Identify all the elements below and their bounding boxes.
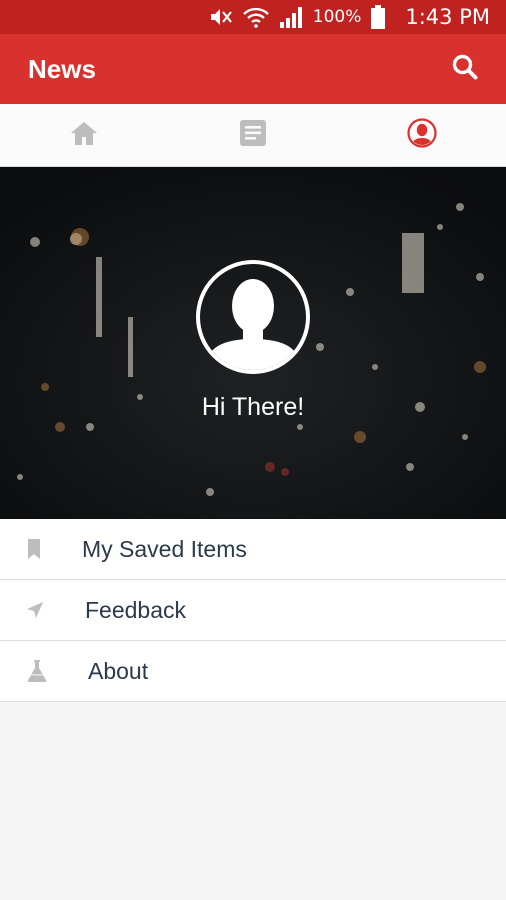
- signal-icon: [279, 6, 303, 28]
- status-time: 1:43 PM: [405, 5, 490, 29]
- menu-item-label: About: [88, 657, 149, 684]
- menu-item-label: My Saved Items: [82, 535, 247, 562]
- avatar-silhouette-icon: [204, 279, 302, 370]
- flask-icon: [0, 660, 74, 682]
- article-icon: [240, 119, 266, 151]
- wifi-icon: [242, 6, 269, 28]
- profile-header: Hi There!: [0, 167, 506, 519]
- menu-item-about[interactable]: About: [0, 641, 506, 702]
- home-icon: [70, 120, 98, 151]
- menu-item-feedback[interactable]: Feedback: [0, 580, 506, 641]
- greeting-text: Hi There!: [201, 393, 305, 421]
- profile-icon: [407, 117, 437, 153]
- bookmark-icon: [0, 539, 68, 559]
- tab-bar: [0, 104, 506, 167]
- send-icon: [0, 602, 70, 618]
- tab-articles[interactable]: [169, 104, 338, 166]
- battery-icon: [371, 5, 386, 29]
- menu-item-label: Feedback: [85, 596, 187, 623]
- tab-home[interactable]: [0, 104, 169, 166]
- app-title: News: [28, 53, 96, 84]
- menu-item-saved-items[interactable]: My Saved Items: [0, 519, 506, 580]
- mute-icon: [209, 6, 233, 28]
- app-bar: News: [0, 34, 506, 104]
- tab-profile[interactable]: [337, 104, 506, 166]
- battery-percent: 100%: [312, 7, 362, 27]
- profile-menu: My Saved Items Feedback About: [0, 519, 506, 702]
- search-icon[interactable]: [452, 54, 478, 85]
- avatar[interactable]: [196, 260, 310, 374]
- status-bar: 100% 1:43 PM: [0, 0, 506, 34]
